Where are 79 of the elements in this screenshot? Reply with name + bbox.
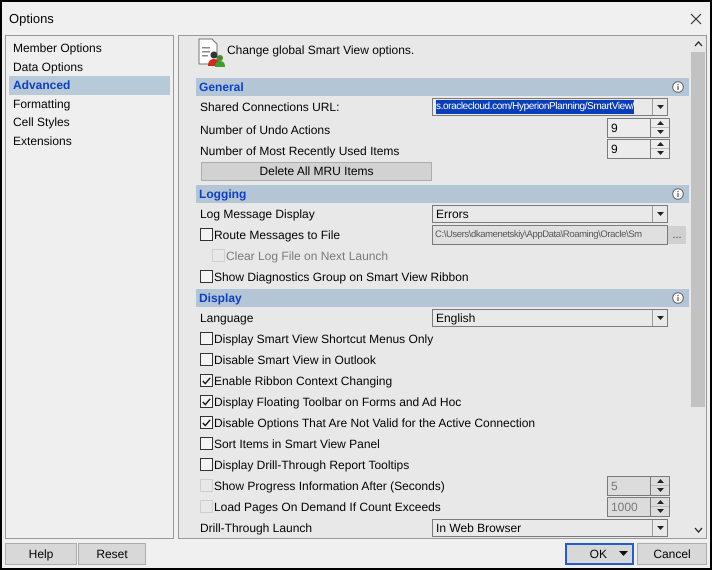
up-arrow-icon[interactable]	[656, 142, 664, 146]
ok-button[interactable]: OK	[565, 542, 634, 564]
cancel-button[interactable]: Cancel	[637, 542, 707, 564]
checkbox-label: Load Pages On Demand If Count Exceeds	[214, 498, 441, 516]
checkbox-label: Show Progress Information After (Seconds)	[214, 478, 445, 494]
checkbox-label: Disable Options That Are Not Valid for the Active Connection	[214, 414, 536, 432]
number-spinner[interactable]: 9	[607, 138, 670, 158]
checkbox[interactable]	[200, 458, 213, 471]
section-title: Logging	[199, 186, 246, 203]
checkbox[interactable]	[200, 228, 213, 241]
checkbox-label: Sort Items in Smart View Panel	[214, 436, 380, 452]
spinner-value: 5	[610, 478, 619, 494]
footer-button[interactable]: Reset	[78, 542, 146, 564]
section-title: General	[199, 79, 244, 96]
dropdown-arrow-icon	[656, 526, 664, 530]
info-icon[interactable]	[672, 292, 684, 304]
dropdown-field[interactable]: In Web Browser	[432, 518, 668, 536]
field-label: Drill-Through Launch	[200, 520, 312, 534]
checkmark-icon	[202, 376, 211, 384]
checkbox-label: Route Messages to File	[214, 226, 340, 244]
checkbox-label: Show Diagnostics Group on Smart View Ribbon	[214, 268, 469, 286]
dropdown-value: In Web Browser	[436, 520, 522, 534]
down-arrow-icon	[656, 130, 664, 134]
description-text: Change global Smart View options.	[227, 42, 414, 59]
sidebar-item[interactable]: Extensions	[9, 132, 170, 150]
checkbox[interactable]	[200, 332, 213, 345]
field-label: Shared Connections URL:	[200, 100, 340, 114]
sidebar-item[interactable]: Member Options	[9, 39, 170, 58]
up-arrow-icon[interactable]	[656, 500, 664, 504]
checkbox[interactable]	[200, 374, 213, 387]
dropdown-arrow-icon	[656, 316, 664, 320]
footer-button[interactable]: Help	[5, 542, 77, 564]
checkbox-label: Display Drill-Through Report Tooltips	[214, 456, 410, 474]
window-title: Options	[9, 10, 54, 28]
dropdown-field[interactable]: English	[432, 308, 668, 326]
field-label: Number of Most Recently Used Items	[200, 144, 400, 158]
sidebar-item[interactable]: Cell Styles	[9, 113, 170, 132]
sidebar-item[interactable]: Formatting	[9, 94, 170, 113]
checkbox[interactable]	[200, 270, 213, 283]
browse-button[interactable]: ...	[668, 226, 686, 244]
field-label: Log Message Display	[200, 206, 315, 220]
checkbox-label: Clear Log File on Next Launch	[226, 248, 388, 264]
down-arrow-icon	[656, 151, 664, 156]
field-label: Language	[200, 310, 254, 324]
checkbox-label: Display Smart View Shortcut Menus Only	[214, 330, 434, 348]
dropdown-arrow-icon	[656, 212, 664, 216]
checkbox[interactable]	[200, 395, 213, 408]
down-arrow-icon	[656, 509, 664, 514]
checkbox[interactable]	[200, 416, 213, 429]
scroll-thumb[interactable]	[691, 52, 705, 407]
up-arrow-icon[interactable]	[656, 478, 664, 483]
down-arrow-icon	[656, 488, 664, 492]
number-spinner[interactable]: 9	[607, 118, 670, 138]
dropdown-value: English	[436, 310, 476, 324]
info-icon[interactable]	[672, 81, 684, 93]
dropdown-value: Errors	[436, 206, 469, 220]
field-label: Number of Undo Actions	[200, 123, 330, 137]
path-field[interactable]: C:\Users\dkamenetskiy\AppData\Roaming\Oracle\Sm	[432, 224, 668, 244]
close-icon[interactable]	[690, 12, 702, 24]
checkbox[interactable]	[200, 437, 213, 450]
sidebar-item[interactable]: Advanced	[9, 76, 170, 94]
checkbox-label: Enable Ribbon Context Changing	[214, 372, 392, 390]
options-document-icon	[197, 38, 225, 68]
checkbox[interactable]	[200, 353, 213, 366]
info-icon[interactable]	[672, 188, 684, 200]
section-title: Display	[199, 290, 242, 307]
caret-icon	[619, 551, 628, 556]
checkmark-icon	[202, 398, 211, 406]
spinner-value: 1000	[610, 498, 639, 516]
sidebar-item[interactable]: Data Options	[9, 58, 170, 76]
dropdown-arrow-icon	[656, 104, 664, 108]
checkmark-icon	[202, 418, 211, 426]
up-arrow-icon[interactable]	[656, 120, 664, 125]
checkbox-label: Display Floating Toolbar on Forms and Ad Hoc	[214, 394, 462, 410]
dropdown-field[interactable]: Errors	[432, 204, 668, 222]
spinner-value: 9	[610, 120, 619, 136]
spinner-value: 9	[610, 140, 619, 158]
checkbox-label: Disable Smart View in Outlook	[214, 352, 376, 368]
delete-mru-button[interactable]: Delete All MRU Items	[201, 162, 432, 180]
